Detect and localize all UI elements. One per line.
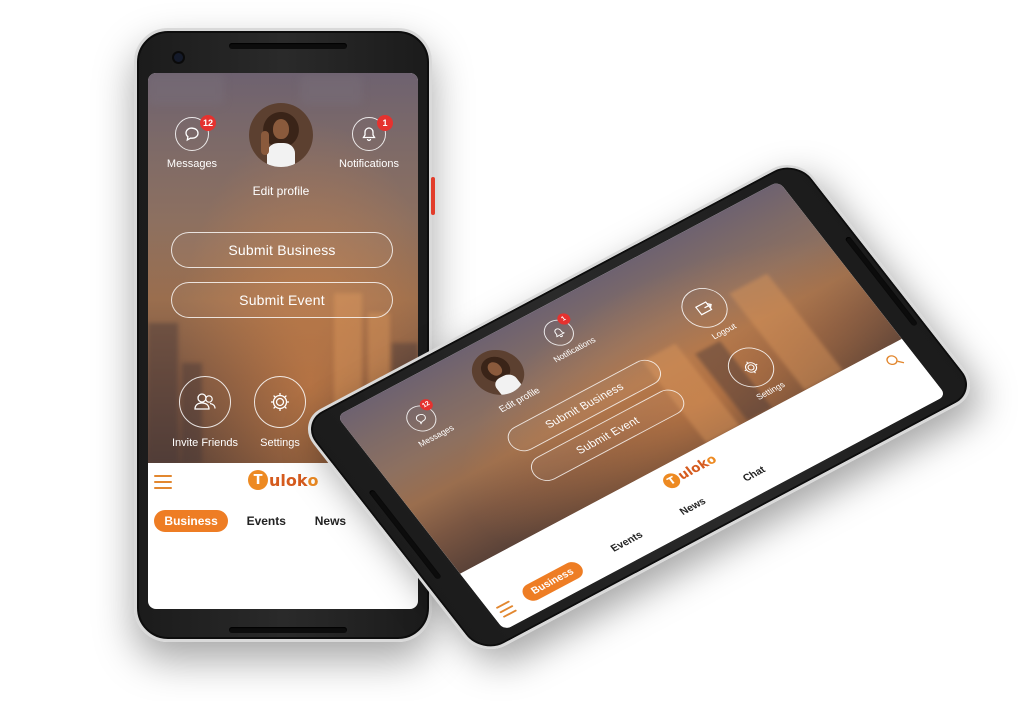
top-speaker (229, 43, 347, 49)
tuloko-logo: Tulok o (248, 470, 319, 490)
messages-label: Messages (166, 158, 218, 170)
tab-events[interactable]: Events (237, 510, 296, 532)
invite-friends-button[interactable] (179, 376, 231, 428)
power-button (431, 177, 435, 215)
hamburger-menu-icon[interactable] (154, 475, 172, 493)
profile-avatar[interactable] (249, 103, 313, 167)
gear-icon (744, 361, 758, 374)
submit-event-button[interactable]: Submit Event (171, 282, 393, 318)
bell-icon (362, 127, 376, 142)
tab-news[interactable]: News (305, 510, 356, 532)
tab-business[interactable]: Business (154, 510, 228, 532)
tilted-search-icon[interactable] (882, 350, 907, 371)
settings-label: Settings (260, 437, 300, 449)
front-camera (174, 53, 183, 62)
bell-icon (554, 328, 565, 338)
logout-icon (694, 301, 713, 316)
notifications-label: Notifications (339, 158, 399, 170)
bottom-speaker (229, 627, 347, 633)
chat-bubble-icon (415, 413, 426, 425)
tilted-tab-events[interactable]: Events (598, 522, 656, 561)
tilted-tab-business[interactable]: Business (518, 558, 587, 604)
tilted-tab-news[interactable]: News (667, 489, 719, 525)
invite-friends-label: Invite Friends (171, 437, 239, 449)
chat-bubble-icon (185, 127, 199, 142)
submit-business-button[interactable]: Submit Business (171, 232, 393, 268)
notifications-badge: 1 (377, 115, 393, 131)
messages-badge: 12 (200, 115, 216, 131)
tilted-tab-chat[interactable]: Chat (730, 457, 778, 491)
users-icon (194, 393, 216, 410)
gear-icon (271, 393, 289, 411)
phone-upright: 12 Messages Edit profile 1 Notifications… (134, 28, 435, 642)
app-screen: 12 Messages Edit profile 1 Notifications… (148, 73, 418, 609)
edit-profile-link[interactable]: Edit profile (241, 184, 321, 198)
